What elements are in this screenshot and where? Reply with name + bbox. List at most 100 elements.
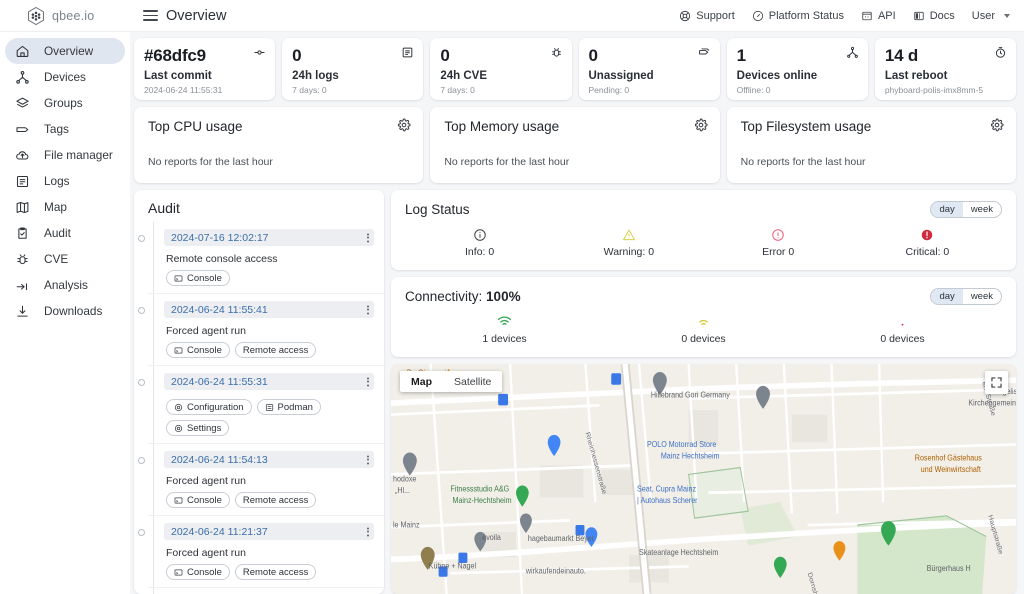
more-options-icon[interactable] xyxy=(367,305,369,314)
more-options-icon[interactable] xyxy=(367,233,369,242)
audit-tag-console[interactable]: Console xyxy=(166,342,230,358)
toggle-option-week[interactable]: week xyxy=(963,202,1001,217)
sidebar: Overview Devices Groups Tags File manage… xyxy=(0,32,130,594)
sidebar-item-overview[interactable]: Overview xyxy=(5,38,125,64)
audit-timestamp-chip[interactable]: 2024-06-24 11:55:41 xyxy=(164,301,374,318)
sidebar-item-analysis[interactable]: Analysis xyxy=(5,272,125,298)
connectivity-label: 0 devices xyxy=(681,333,726,345)
console-icon xyxy=(174,346,183,355)
log-status-title: Log Status xyxy=(405,202,470,217)
hamburger-menu-icon[interactable] xyxy=(143,10,158,21)
map-panel[interactable]: Da GiovanniHillebrand Gori GermanyEvange… xyxy=(391,364,1016,594)
kpi-card-24h-logs: 0 24h logs 7 days: 0 xyxy=(282,38,424,100)
tags-stack-icon xyxy=(698,46,711,59)
gear-icon[interactable] xyxy=(990,118,1004,132)
map-type-map[interactable]: Map xyxy=(400,371,443,392)
more-options-icon[interactable] xyxy=(367,377,369,386)
sidebar-item-label: Devices xyxy=(44,70,86,84)
audit-entry: 2024-07-16 12:02:17 Remote console acces… xyxy=(137,222,384,294)
sidebar-item-cve[interactable]: CVE xyxy=(5,246,125,272)
sidebar-item-logs[interactable]: Logs xyxy=(5,168,125,194)
usage-empty-message: No reports for the last hour xyxy=(740,156,866,168)
console-icon xyxy=(174,496,183,505)
dashboard-app: qbee.io Overview Support Platform Status… xyxy=(0,0,1024,594)
connectivity-range-toggle[interactable]: day week xyxy=(930,288,1002,305)
book-icon xyxy=(913,10,925,22)
audit-tag-label: Configuration xyxy=(187,401,244,413)
audit-timestamp-chip[interactable]: 2024-06-24 11:55:31 xyxy=(164,373,374,390)
log-status-header: Log Status day week xyxy=(405,201,1002,218)
topnav-platform-status[interactable]: Platform Status xyxy=(752,10,844,22)
audit-tag-console[interactable]: Console xyxy=(166,564,230,580)
sidebar-item-downloads[interactable]: Downloads xyxy=(5,298,125,324)
audit-timestamp-chip[interactable]: 2024-06-24 11:54:13 xyxy=(164,451,374,468)
map-label: hagebaumarkt Beyer xyxy=(528,534,595,544)
stopwatch-icon xyxy=(994,46,1007,59)
audit-tag-label: Console xyxy=(187,566,222,578)
topnav-docs-label: Docs xyxy=(929,9,955,22)
audit-timestamp: 2024-06-24 11:54:13 xyxy=(171,453,268,466)
usage-title: Top Memory usage xyxy=(444,119,560,134)
connectivity-header: Connectivity: 100% day week xyxy=(405,288,1002,305)
sidebar-item-devices[interactable]: Devices xyxy=(5,64,125,90)
audit-tag-configuration[interactable]: Configuration xyxy=(166,399,252,415)
sidebar-item-file-manager[interactable]: File manager xyxy=(5,142,125,168)
topnav-api-label: API xyxy=(877,9,896,22)
commit-node-icon xyxy=(253,46,266,59)
gear-icon[interactable] xyxy=(397,118,411,132)
map-type-toggle[interactable]: Map Satellite xyxy=(400,371,503,392)
audit-tag-remote-access[interactable]: Remote access xyxy=(234,342,317,358)
lower-section: Audit 2024-07-16 12:02:17 Remote console… xyxy=(134,190,1016,594)
kpi-row: #68dfc9 Last commit 2024-06-24 11:55:31 … xyxy=(134,38,1016,100)
audit-entry: 2024-06-24 11:55:31 Configuration Podman… xyxy=(137,366,384,444)
audit-timestamp-chip[interactable]: 2024-06-24 11:21:37 xyxy=(164,523,374,540)
audit-timestamp: 2024-06-24 11:21:37 xyxy=(171,525,268,538)
audit-tag-remote-access[interactable]: Remote access xyxy=(234,492,317,508)
bug-icon xyxy=(15,252,30,267)
usage-empty-message: No reports for the last hour xyxy=(148,156,273,168)
brand-logo[interactable]: qbee.io xyxy=(0,6,130,26)
sidebar-item-tags[interactable]: Tags xyxy=(5,116,125,142)
sidebar-item-groups[interactable]: Groups xyxy=(5,90,125,116)
audit-tag-row: Console Remote access xyxy=(166,564,374,580)
kpi-card-24h-cve: 0 24h CVE 7 days: 0 xyxy=(430,38,572,100)
audit-tag-label: Podman xyxy=(277,401,313,413)
audit-tag-settings[interactable]: Settings xyxy=(166,420,230,436)
topnav-docs[interactable]: Docs xyxy=(913,10,955,22)
audit-tag-console[interactable]: Console xyxy=(166,270,230,286)
topnav-user-menu[interactable]: User xyxy=(972,10,1010,22)
map-label: le Mainz xyxy=(393,520,420,530)
sidebar-item-label: File manager xyxy=(44,148,113,162)
more-options-icon[interactable] xyxy=(367,455,369,464)
map-label: Seat, Cupra Mainz xyxy=(637,484,696,494)
gear-icon xyxy=(174,424,183,433)
sidebar-item-audit[interactable]: Audit xyxy=(5,220,125,246)
bug-icon xyxy=(550,46,563,59)
gear-icon[interactable] xyxy=(694,118,708,132)
topnav-support[interactable]: Support xyxy=(679,10,735,22)
log-status-range-toggle[interactable]: day week xyxy=(930,201,1002,218)
map-type-satellite[interactable]: Satellite xyxy=(443,371,502,392)
sidebar-item-map[interactable]: Map xyxy=(5,194,125,220)
audit-tag-remote-access[interactable]: Remote access xyxy=(234,564,317,580)
toggle-option-week[interactable]: week xyxy=(963,289,1001,304)
fullscreen-expand-icon[interactable] xyxy=(985,371,1008,394)
audit-tag-row: Console Remote access xyxy=(166,342,374,358)
audit-tag-label: Console xyxy=(187,272,222,284)
toggle-option-day[interactable]: day xyxy=(931,202,963,217)
audit-timestamp-chip[interactable]: 2024-07-16 12:02:17 xyxy=(164,229,374,246)
arrow-insert-icon xyxy=(15,278,30,293)
audit-tag-label: Settings xyxy=(187,422,222,434)
device-tree-icon xyxy=(846,46,859,59)
map-label: Bürgerhaus H xyxy=(927,564,971,574)
map-canvas[interactable]: Da GiovanniHillebrand Gori GermanyEvange… xyxy=(391,364,1016,594)
toggle-option-day[interactable]: day xyxy=(931,289,963,304)
audit-tag-podman[interactable]: Podman xyxy=(256,399,321,415)
log-status-panel: Log Status day week Info: 0 Warning: 0 E… xyxy=(391,190,1016,270)
audit-description: Forced agent run xyxy=(166,547,246,559)
topnav-api[interactable]: API xyxy=(861,10,896,22)
audit-tag-console[interactable]: Console xyxy=(166,492,230,508)
tag-icon xyxy=(15,122,30,137)
map-label: Kühne + Nagel xyxy=(429,561,477,571)
more-options-icon[interactable] xyxy=(367,527,369,536)
